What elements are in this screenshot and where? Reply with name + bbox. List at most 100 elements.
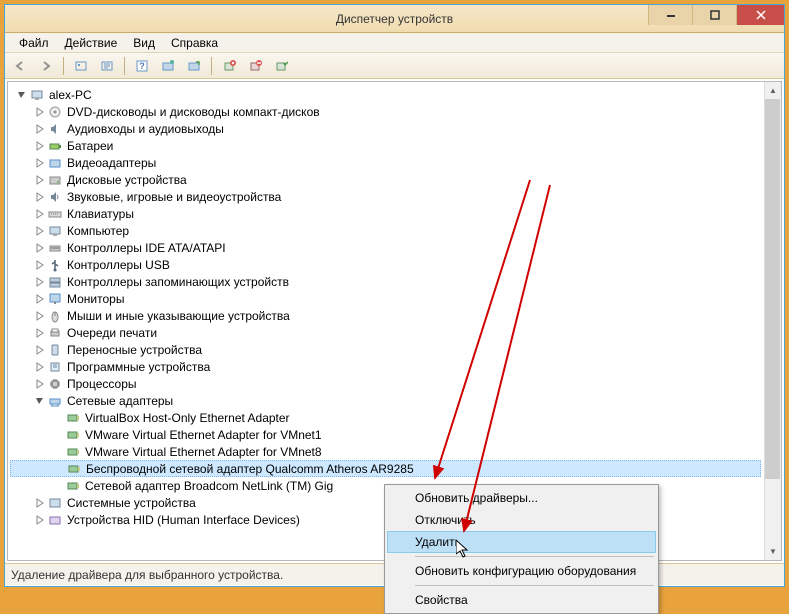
tree-category[interactable]: Батареи (10, 137, 761, 154)
tree-category-label: Контроллеры запоминающих устройств (67, 275, 289, 289)
context-menu-item[interactable]: Обновить драйверы... (387, 487, 656, 509)
expand-icon[interactable] (34, 208, 46, 220)
context-menu-item[interactable]: Отключить (387, 509, 656, 531)
nic-icon (65, 444, 81, 460)
menubar: Файл Действие Вид Справка (5, 33, 784, 53)
expand-icon[interactable] (34, 497, 46, 509)
expand-icon[interactable] (34, 514, 46, 526)
expand-icon[interactable] (34, 344, 46, 356)
tree-root[interactable]: alex-PC (10, 86, 761, 103)
tree-category-network[interactable]: Сетевые адаптеры (10, 392, 761, 409)
tree-device[interactable]: VMware Virtual Ethernet Adapter for VMne… (10, 443, 761, 460)
toolbar-show-hidden-button[interactable] (70, 55, 92, 77)
context-menu-item[interactable]: Обновить конфигурацию оборудования (387, 560, 656, 582)
toolbar-back-button[interactable] (9, 55, 31, 77)
expand-icon[interactable] (34, 327, 46, 339)
toolbar-properties-button[interactable] (96, 55, 118, 77)
computer-icon (29, 87, 45, 103)
tree-category[interactable]: Процессоры (10, 375, 761, 392)
svg-text:?: ? (139, 61, 145, 71)
toolbar-disable-button[interactable] (244, 55, 266, 77)
expand-icon[interactable] (34, 276, 46, 288)
tree-category[interactable]: Контроллеры IDE ATA/ATAPI (10, 239, 761, 256)
expand-icon[interactable] (34, 225, 46, 237)
toolbar-uninstall-button[interactable] (218, 55, 240, 77)
toolbar-update-button[interactable] (183, 55, 205, 77)
toolbar-scan-button[interactable] (157, 55, 179, 77)
expand-icon[interactable] (34, 242, 46, 254)
tree-category[interactable]: Программные устройства (10, 358, 761, 375)
tree-category[interactable]: Очереди печати (10, 324, 761, 341)
toolbar-help-button[interactable]: ? (131, 55, 153, 77)
dvd-icon (47, 104, 63, 120)
menu-help[interactable]: Справка (163, 34, 226, 52)
tree-root-label: alex-PC (49, 88, 92, 102)
context-menu-item-label: Удалить (415, 535, 461, 549)
tree-category[interactable]: Переносные устройства (10, 341, 761, 358)
expand-icon[interactable] (34, 361, 46, 373)
tree-category-label: Аудиовходы и аудиовыходы (67, 122, 224, 136)
menu-view[interactable]: Вид (125, 34, 163, 52)
tree-category[interactable]: Компьютер (10, 222, 761, 239)
tree-device[interactable]: VirtualBox Host-Only Ethernet Adapter (10, 409, 761, 426)
portable-icon (47, 342, 63, 358)
toolbar-forward-button[interactable] (35, 55, 57, 77)
disk-icon (47, 172, 63, 188)
menu-action[interactable]: Действие (57, 34, 126, 52)
close-button[interactable] (736, 5, 784, 25)
toolbar-enable-button[interactable] (270, 55, 292, 77)
computer-icon (47, 223, 63, 239)
expand-icon[interactable] (34, 310, 46, 322)
expand-icon[interactable] (34, 140, 46, 152)
expand-icon[interactable] (34, 191, 46, 203)
expand-icon[interactable] (34, 293, 46, 305)
tree-category[interactable]: Контроллеры запоминающих устройств (10, 273, 761, 290)
context-menu[interactable]: Обновить драйверы...Отключить Удалить Обно… (384, 484, 659, 614)
tree-category[interactable]: Мониторы (10, 290, 761, 307)
scroll-thumb[interactable] (765, 99, 780, 479)
menu-file[interactable]: Файл (11, 34, 57, 52)
maximize-button[interactable] (692, 5, 736, 25)
keyboard-icon (47, 206, 63, 222)
tree-category[interactable]: Видеоадаптеры (10, 154, 761, 171)
expand-icon[interactable] (34, 378, 46, 390)
tree-category-label: Системные устройства (67, 496, 196, 510)
expand-icon[interactable] (34, 157, 46, 169)
tree-category-label: Очереди печати (67, 326, 157, 340)
usb-icon (47, 257, 63, 273)
collapse-icon[interactable] (34, 395, 46, 407)
scroll-down-button[interactable]: ▼ (765, 543, 781, 560)
storage-icon (47, 274, 63, 290)
tree-category-label: Звуковые, игровые и видеоустройства (67, 190, 281, 204)
ide-icon (47, 240, 63, 256)
collapse-icon[interactable] (16, 89, 28, 101)
tree-category[interactable]: Дисковые устройства (10, 171, 761, 188)
nic-icon (65, 478, 81, 494)
expand-icon[interactable] (34, 106, 46, 118)
scroll-up-button[interactable]: ▲ (765, 82, 781, 99)
tree-category[interactable]: Аудиовходы и аудиовыходы (10, 120, 761, 137)
expand-icon[interactable] (34, 259, 46, 271)
tree-device-label: Беспроводной сетевой адаптер Qualcomm At… (86, 462, 414, 476)
expand-icon[interactable] (34, 174, 46, 186)
context-menu-item[interactable]: Удалить (387, 531, 656, 553)
titlebar[interactable]: Диспетчер устройств (5, 5, 784, 33)
tree-device[interactable]: Беспроводной сетевой адаптер Qualcomm At… (10, 460, 761, 477)
minimize-button[interactable] (648, 5, 692, 25)
tree-category-label: Мыши и иные указывающие устройства (67, 309, 290, 323)
tree-category[interactable]: Клавиатуры (10, 205, 761, 222)
vertical-scrollbar[interactable]: ▲ ▼ (764, 82, 781, 560)
tree-category[interactable]: Контроллеры USB (10, 256, 761, 273)
tree-category[interactable]: Звуковые, игровые и видеоустройства (10, 188, 761, 205)
tree-category[interactable]: Мыши и иные указывающие устройства (10, 307, 761, 324)
tree-category-label: Контроллеры IDE ATA/ATAPI (67, 241, 226, 255)
tree-category-label: Видеоадаптеры (67, 156, 156, 170)
expand-icon[interactable] (34, 123, 46, 135)
tree-device[interactable]: VMware Virtual Ethernet Adapter for VMne… (10, 426, 761, 443)
printer-icon (47, 325, 63, 341)
toolbar-separator (63, 57, 64, 75)
tree-category-label: Переносные устройства (67, 343, 202, 357)
context-menu-item[interactable]: Свойства (387, 589, 656, 611)
toolbar: ? (5, 53, 784, 79)
tree-category[interactable]: DVD-дисководы и дисководы компакт-дисков (10, 103, 761, 120)
